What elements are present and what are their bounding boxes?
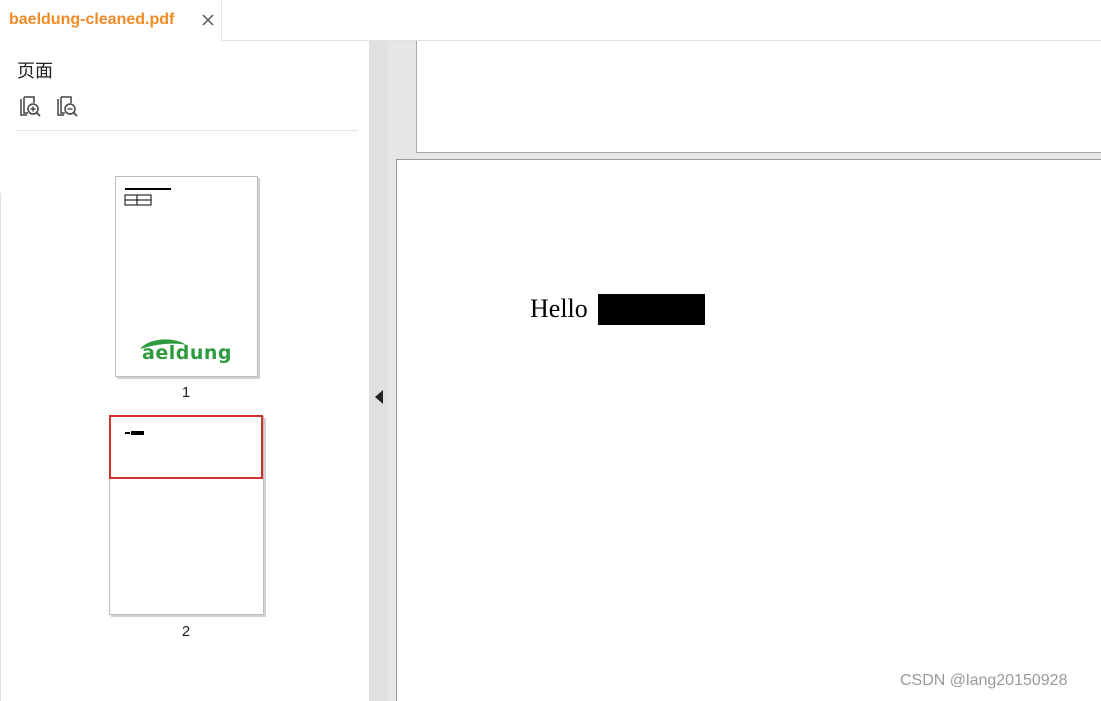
tab-baeldung-cleaned-pdf[interactable]: baeldung-cleaned.pdf — [0, 0, 222, 41]
baeldung-logo: aeldung — [142, 342, 232, 364]
document-text: Hello — [530, 294, 588, 323]
page-1-bottom — [416, 41, 1101, 153]
panel-splitter[interactable] — [369, 41, 388, 701]
panel-divider — [16, 130, 358, 131]
panel-title: 页面 — [17, 61, 53, 82]
pages-zoom-out-icon[interactable] — [55, 95, 79, 119]
panel-edge — [0, 193, 1, 701]
pages-zoom-in-icon[interactable] — [18, 95, 42, 119]
page-2 — [396, 159, 1101, 701]
watermark: CSDN @lang20150928 — [900, 672, 1068, 689]
triangle-left-icon[interactable] — [375, 390, 383, 404]
tab-title: baeldung-cleaned.pdf — [9, 11, 175, 28]
thumbnail-label-2: 2 — [181, 623, 191, 640]
thumbnail-label-1: 1 — [181, 384, 191, 401]
redaction-box — [598, 294, 705, 325]
close-icon[interactable] — [199, 11, 217, 29]
page-thumbnail-1[interactable]: aeldung — [115, 176, 258, 377]
tab-bar: baeldung-cleaned.pdf — [0, 0, 1101, 41]
current-viewport-highlight[interactable] — [109, 415, 263, 479]
pages-panel: 页面 aeldung 1 2 — [0, 41, 369, 701]
